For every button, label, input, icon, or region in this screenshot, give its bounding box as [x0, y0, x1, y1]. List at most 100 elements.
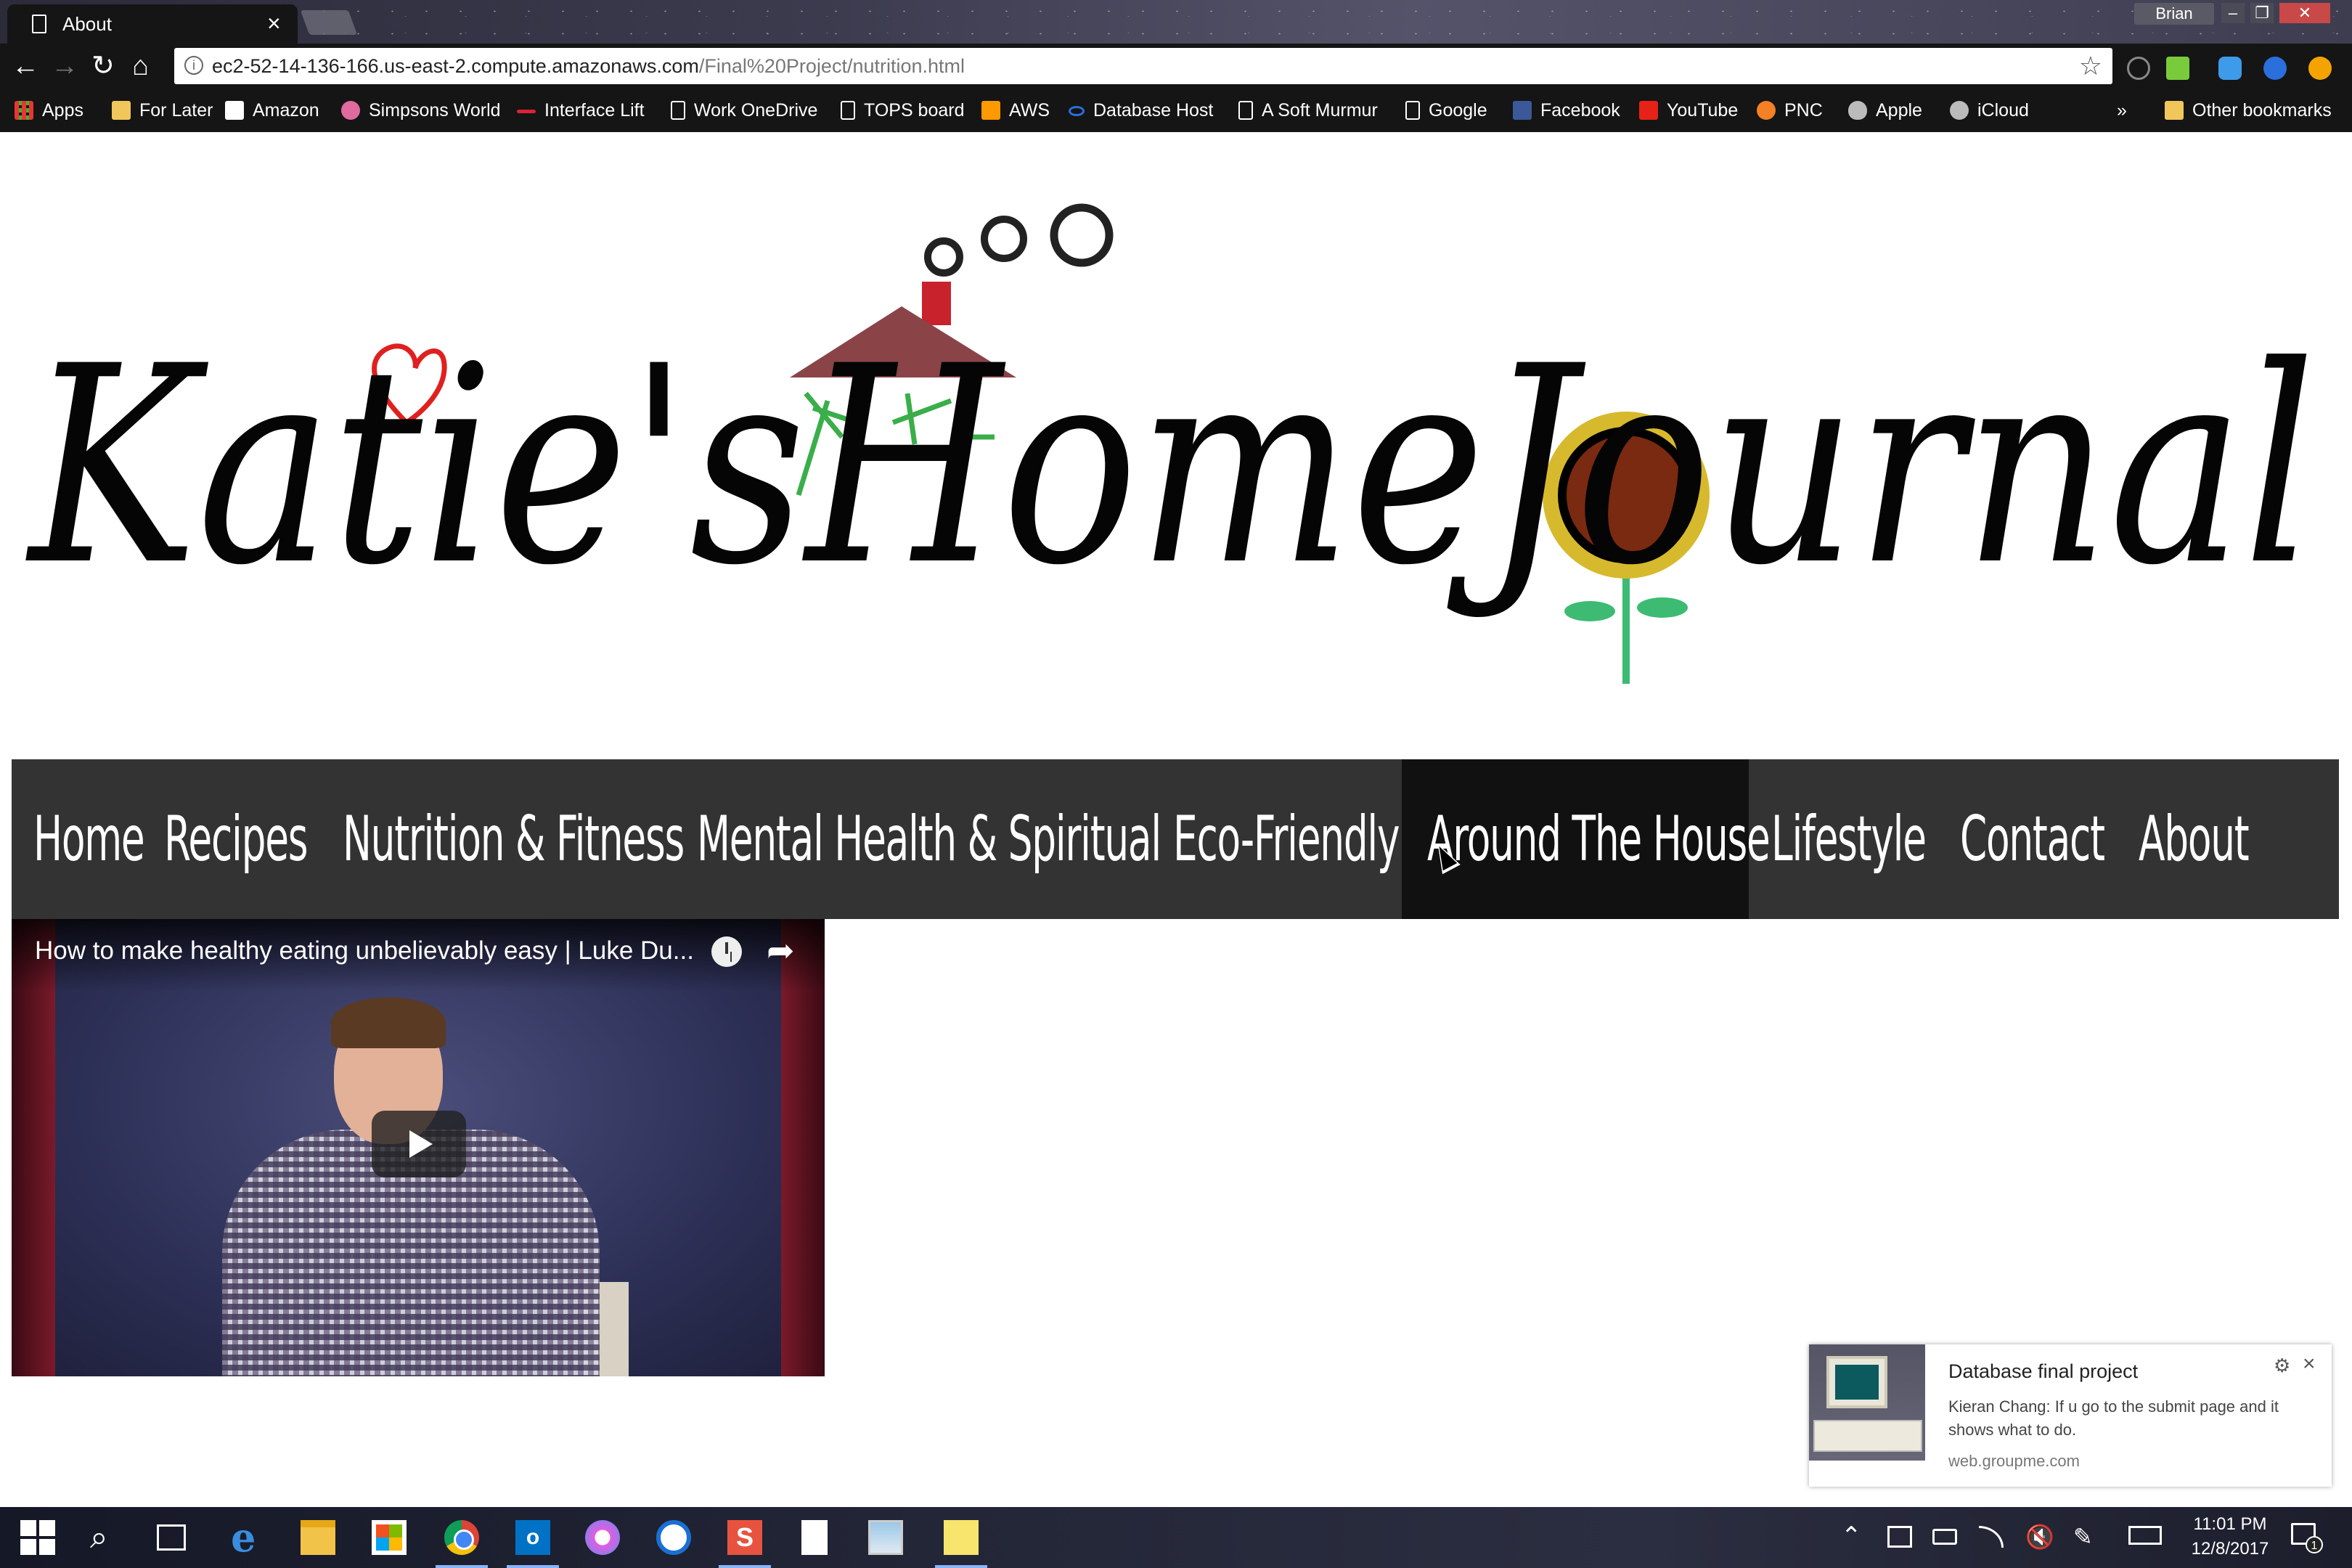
home-icon[interactable]: ⌂	[132, 52, 149, 80]
chrome-icon[interactable]	[444, 1520, 479, 1555]
video-title[interactable]: How to make healthy eating unbelievably …	[35, 936, 694, 965]
infinity-icon	[1069, 106, 1085, 116]
info-icon[interactable]: i	[184, 56, 203, 75]
browser-title-bar: About × Brian – ❐ ✕	[0, 0, 2352, 44]
icloud-icon	[1950, 101, 1969, 120]
tray-app-icon[interactable]	[1887, 1526, 1912, 1548]
windows-start-icon[interactable]	[20, 1520, 55, 1555]
edge-icon[interactable]: e	[231, 1518, 266, 1557]
sticky-notes-icon[interactable]	[944, 1520, 979, 1555]
main-nav: Home Recipes Nutrition & Fitness Mental …	[12, 759, 2339, 919]
video-embed[interactable]: How to make healthy eating unbelievably …	[12, 919, 825, 1376]
wallpaper-stars	[0, 0, 2352, 44]
bookmark-icloud[interactable]: iCloud	[1950, 97, 2029, 123]
play-button[interactable]	[372, 1111, 466, 1177]
notification-toast[interactable]: Database final project Kieran Chang: If …	[1809, 1344, 2332, 1487]
page-icon	[671, 101, 685, 120]
site-logo: Katie'sHomeJournal	[25, 203, 2316, 684]
bookmark-other-bookmarks[interactable]: Other bookmarks	[2165, 97, 2332, 123]
close-tab-icon[interactable]: ×	[267, 10, 281, 37]
gear-icon[interactable]: ⚙	[2274, 1355, 2290, 1377]
extension-green-icon[interactable]	[2166, 57, 2189, 80]
search-icon[interactable]: ⌕	[90, 1520, 125, 1555]
smoke-puff	[924, 237, 963, 277]
minimize-button[interactable]: –	[2221, 3, 2245, 23]
extension-blue-icon[interactable]	[2263, 57, 2287, 80]
extension-info-icon[interactable]	[2127, 57, 2150, 80]
page-icon	[1405, 101, 1420, 120]
show-hidden-icons-icon[interactable]: ⌃	[1841, 1522, 1862, 1551]
bookmark-google[interactable]: Google	[1405, 97, 1487, 123]
windows-taskbar: ⌕ e o S ⌃ 🔇 ✎ 11:01 PM 12/8/2017 1	[0, 1507, 2352, 1568]
share-icon[interactable]: ➦	[767, 931, 795, 970]
bookmark-work-onedrive[interactable]: Work OneDrive	[671, 97, 817, 123]
facebook-icon	[1513, 101, 1532, 120]
bookmarks-overflow-button[interactable]: »	[2117, 97, 2127, 123]
new-tab-button[interactable]	[300, 10, 358, 35]
bookmark-a-soft-murmur[interactable]: A Soft Murmur	[1238, 97, 1378, 123]
page-icon	[1238, 101, 1253, 120]
profile-button[interactable]: Brian	[2134, 3, 2214, 25]
bookmarks-bar: Apps For Later Amazon Simpsons World Int…	[0, 89, 2352, 132]
photos-icon[interactable]	[868, 1520, 903, 1555]
bookmark-amazon[interactable]: Amazon	[225, 97, 319, 123]
battery-icon[interactable]	[1932, 1529, 1957, 1545]
active-app-indicator	[935, 1565, 987, 1568]
back-arrow-icon[interactable]: ←	[12, 52, 39, 80]
bookmark-aws[interactable]: AWS	[981, 97, 1050, 123]
youtube-icon	[1639, 101, 1658, 120]
outlook-icon[interactable]: o	[515, 1520, 550, 1555]
active-app-indicator	[507, 1565, 559, 1568]
clock-date[interactable]: 12/8/2017	[2186, 1539, 2274, 1559]
sublime-text-icon[interactable]: S	[727, 1520, 762, 1555]
tab-title: About	[62, 13, 112, 35]
pnc-icon	[1757, 101, 1776, 120]
url-text[interactable]: ec2-52-14-136-166.us-east-2.compute.amaz…	[212, 55, 965, 78]
notification-source: web.groupme.com	[1948, 1452, 2080, 1470]
onepassword-icon[interactable]	[656, 1520, 691, 1555]
watch-later-icon[interactable]	[711, 936, 742, 967]
bookmark-facebook[interactable]: Facebook	[1513, 97, 1620, 123]
volume-muted-icon[interactable]: 🔇	[2025, 1525, 2054, 1548]
browser-tab[interactable]: About ×	[7, 4, 298, 44]
extension-cloud-icon[interactable]	[2218, 57, 2242, 80]
bookmark-apple[interactable]: Apple	[1848, 97, 1922, 123]
reload-icon[interactable]: ↻	[91, 52, 115, 80]
keyboard-icon[interactable]	[2128, 1526, 2162, 1545]
interfacelift-icon	[517, 110, 536, 113]
active-app-indicator	[436, 1565, 488, 1568]
close-icon[interactable]: ×	[2303, 1352, 2316, 1376]
bookmark-youtube[interactable]: YouTube	[1639, 97, 1738, 123]
url-path: /Final%20Project/nutrition.html	[698, 55, 965, 77]
apple-icon	[1848, 101, 1867, 120]
url-host: ec2-52-14-136-166.us-east-2.compute.amaz…	[212, 55, 699, 77]
store-icon[interactable]	[372, 1520, 407, 1555]
extension-orange-icon[interactable]	[2308, 57, 2332, 80]
bookmark-pnc[interactable]: PNC	[1757, 97, 1823, 123]
forward-arrow-icon[interactable]: →	[51, 52, 78, 80]
close-window-button[interactable]: ✕	[2279, 3, 2330, 23]
clock-time[interactable]: 11:01 PM	[2186, 1514, 2274, 1535]
apps-grid-icon	[15, 101, 33, 120]
wifi-icon[interactable]	[1979, 1526, 2004, 1548]
task-view-icon[interactable]	[157, 1524, 186, 1551]
bookmark-apps[interactable]: Apps	[15, 97, 83, 123]
address-bar[interactable]: i ec2-52-14-136-166.us-east-2.compute.am…	[174, 48, 2112, 84]
bookmark-star-icon[interactable]: ☆	[2079, 51, 2102, 81]
bookmark-simpsons-world[interactable]: Simpsons World	[341, 97, 501, 123]
restore-button[interactable]: ❐	[2250, 3, 2274, 23]
notification-count-badge: 1	[2306, 1536, 2323, 1553]
document-icon[interactable]	[801, 1520, 828, 1555]
bookmark-for-later[interactable]: For Later	[112, 97, 213, 123]
notification-thumbnail	[1809, 1344, 1925, 1461]
page-icon	[32, 15, 46, 33]
file-explorer-icon[interactable]	[301, 1520, 335, 1555]
bookmark-interface-lift[interactable]: Interface Lift	[517, 97, 645, 123]
bookmark-database-host[interactable]: Database Host	[1069, 97, 1213, 123]
site-banner: Katie'sHomeJournal	[0, 132, 2352, 756]
simpsons-icon	[341, 101, 360, 120]
pen-icon[interactable]: ✎	[2073, 1525, 2098, 1548]
itunes-icon[interactable]	[585, 1520, 620, 1555]
nav-about[interactable]: About	[2139, 759, 2316, 919]
bookmark-tops-board[interactable]: TOPS board	[841, 97, 965, 123]
